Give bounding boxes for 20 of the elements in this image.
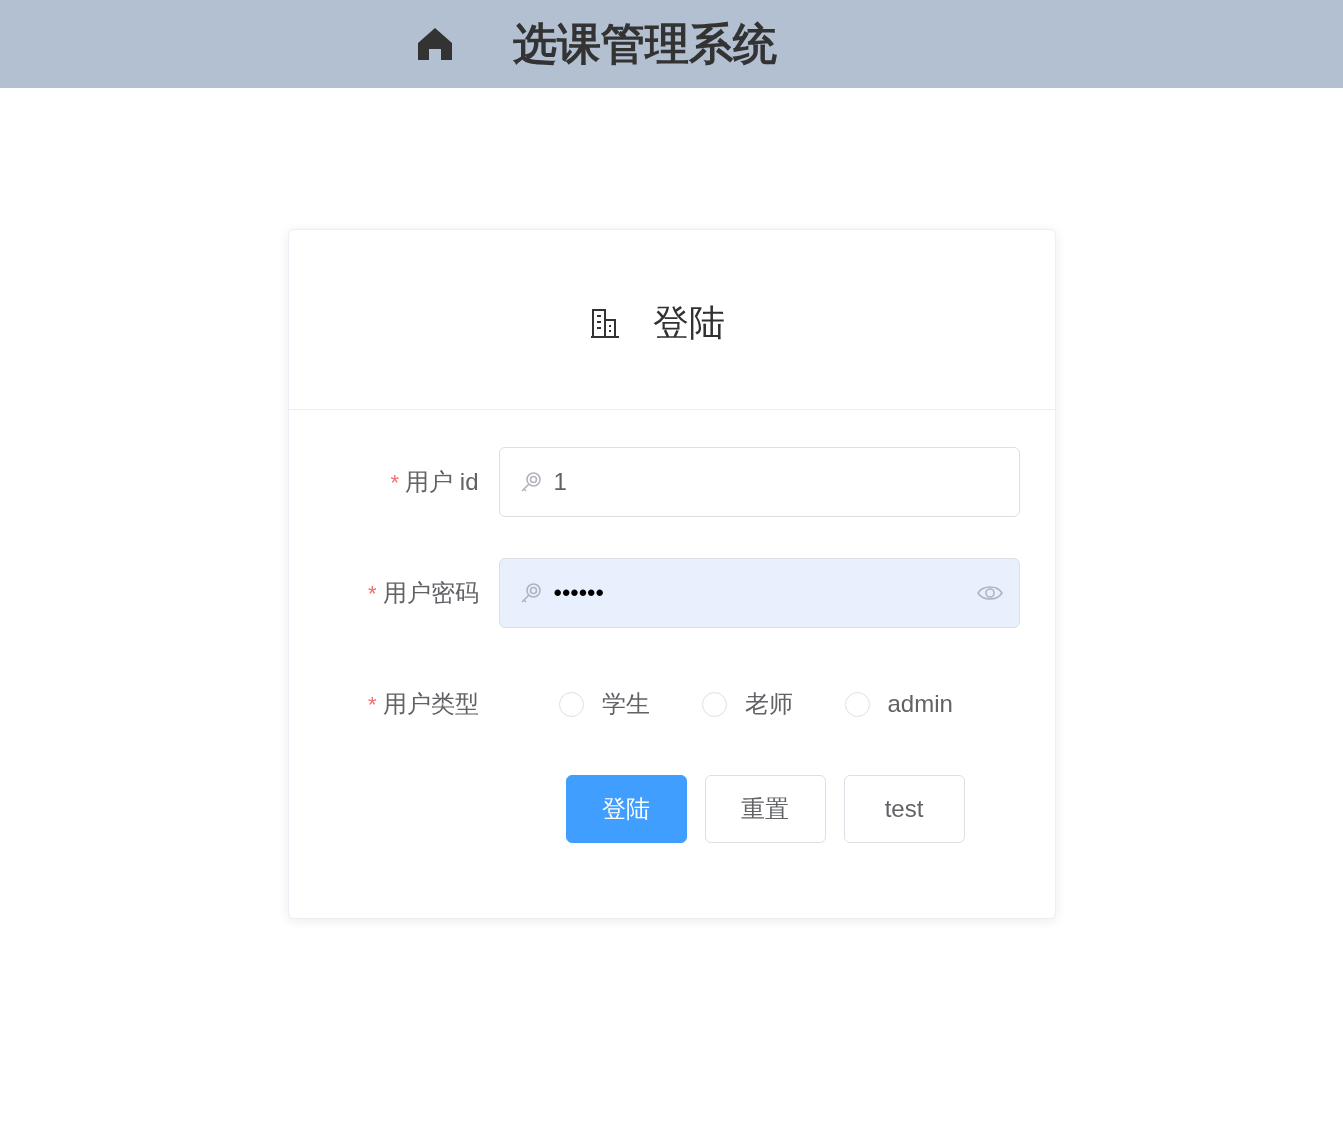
secondary-button[interactable]: test bbox=[843, 775, 965, 843]
required-mark: * bbox=[367, 690, 377, 719]
secondary-button[interactable]: 重置 bbox=[704, 775, 826, 843]
key-icon bbox=[519, 582, 542, 604]
field-label: 用户类型 bbox=[382, 689, 479, 719]
key-icon bbox=[519, 471, 542, 493]
building-icon bbox=[588, 307, 621, 338]
password-field[interactable]: •••••• bbox=[498, 558, 1020, 628]
user-id-field[interactable]: 1 bbox=[498, 447, 1020, 517]
app-title: 选课管理系统 bbox=[512, 18, 777, 70]
radio-option[interactable]: 老师 bbox=[701, 686, 793, 722]
radio-option[interactable]: admin bbox=[844, 686, 953, 722]
card-title: 登陆 bbox=[652, 300, 725, 345]
field-label: 用户 id bbox=[405, 467, 479, 497]
required-mark: * bbox=[367, 579, 377, 608]
required-mark: * bbox=[390, 468, 400, 497]
field-label: 用户密码 bbox=[382, 578, 479, 608]
radio-option[interactable]: 学生 bbox=[558, 686, 650, 722]
eye-icon[interactable] bbox=[976, 584, 1003, 602]
home-icon[interactable] bbox=[416, 27, 453, 61]
